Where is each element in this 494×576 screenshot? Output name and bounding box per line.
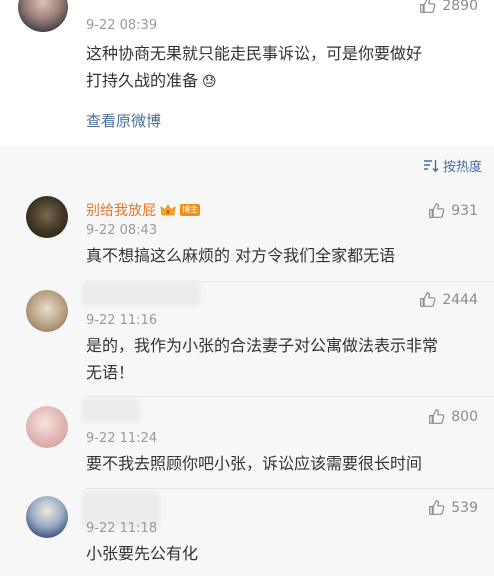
like-count: 2890 [442,0,478,14]
author-badge: 博主 [180,204,200,216]
username[interactable]: 别给我放屁 [86,200,156,220]
reply-time: 9-22 11:24 [86,431,158,446]
comment-time: 9-22 08:39 [86,18,158,33]
reply-text-line: 是的，我作为小张的合法妻子对公寓做法表示非常 [86,336,439,355]
view-original-link[interactable]: 查看原微博 [86,110,161,131]
like-button[interactable]: 2444 [419,291,478,308]
like-count: 800 [451,408,478,425]
like-count: 931 [451,202,478,219]
sort-icon [423,159,439,172]
thumbs-up-icon [420,0,436,13]
like-button[interactable]: 800 [428,408,478,425]
avatar[interactable] [18,0,68,32]
blurred-username [82,398,140,422]
sort-label: 按热度 [442,160,482,175]
blurred-username [82,282,200,306]
sweat-emoji-icon: 😓 [202,74,217,90]
reply-text-line: 无语！ [86,363,135,382]
thumbs-up-icon [429,500,445,515]
comment-text-line-2: 打持久战的准备 [86,71,199,90]
sort-by-hot-button[interactable]: 按热度 [423,156,482,175]
comment-text: 这种协商无果就只能走民事诉讼，可是你要做好 打持久战的准备 😓 [86,40,486,96]
like-count: 539 [451,499,478,516]
comment-text-line: 这种协商无果就只能走民事诉讼，可是你要做好 [86,44,423,63]
divider [86,488,494,489]
thumbs-up-icon [420,292,436,307]
like-button[interactable]: 539 [428,499,478,516]
like-button[interactable]: 931 [428,202,478,219]
username-row: 别给我放屁 博主 [86,200,200,220]
top-comment-card: 9-22 08:39 2890 这种协商无果就只能走民事诉讼，可是你要做好 打持… [0,0,494,146]
reply-time: 9-22 08:43 [86,223,158,238]
like-button[interactable]: 2890 [419,0,478,14]
avatar[interactable] [26,196,68,238]
reply-text: 要不我去照顾你吧小张，诉讼应该需要很长时间 [86,454,423,473]
thumbs-up-icon [429,203,445,218]
avatar[interactable] [26,290,68,332]
reply-time: 9-22 11:16 [86,313,158,328]
like-count: 2444 [442,291,478,308]
reply-time: 9-22 11:18 [86,521,158,536]
divider [86,396,494,397]
reply-text: 是的，我作为小张的合法妻子对公寓做法表示非常 无语！ [86,332,486,386]
reply-text: 真不想搞这么麻烦的 对方令我们全家都无语 [86,246,396,265]
thumbs-up-icon [429,409,445,424]
reply-text: 小张要先公有化 [86,544,199,563]
crown-icon [160,203,176,217]
avatar[interactable] [26,406,68,448]
comment-text-line: 打持久战的准备 😓 [86,67,486,96]
avatar[interactable] [26,496,68,538]
